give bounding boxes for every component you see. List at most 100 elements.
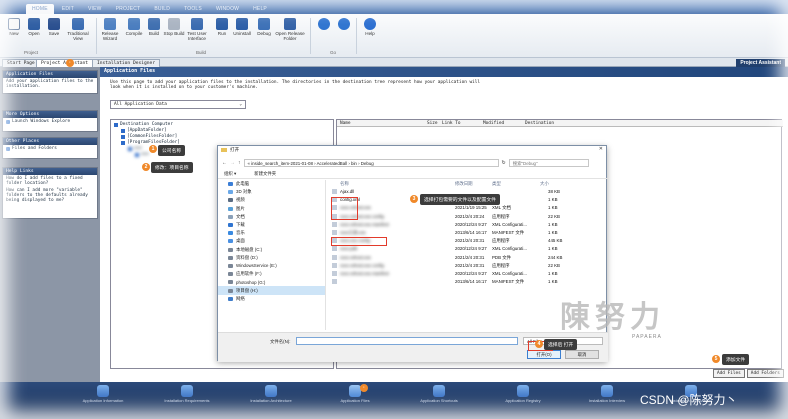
stop-build-button[interactable]: Stop Build bbox=[162, 18, 186, 36]
help-link[interactable]: How can I add more "variable" folders to… bbox=[3, 187, 97, 204]
col-date[interactable]: 修改日期 bbox=[455, 181, 473, 187]
file-row[interactable]: xxxx.vshost.exe 2021/2/4 20:31 PDB 文件 244 K… bbox=[330, 254, 604, 262]
new-folder-button[interactable]: 新建文件夹 bbox=[254, 171, 276, 177]
nav-install-interview[interactable]: Installation Interview bbox=[582, 385, 632, 404]
col-size[interactable]: 大小 bbox=[540, 181, 549, 187]
help-button[interactable]: Help bbox=[358, 18, 382, 36]
tree-node-company[interactable]: xxx bbox=[128, 146, 142, 151]
file-type: MANIFEST 文件 bbox=[492, 229, 525, 235]
add-files-button[interactable]: Add Files bbox=[713, 369, 745, 378]
menu-home[interactable]: HOME bbox=[26, 4, 54, 14]
chevron-down-icon: ⌄ bbox=[239, 102, 242, 107]
nav-videos[interactable]: 视频 bbox=[218, 196, 325, 204]
annotation-marker: · bbox=[360, 384, 368, 392]
nav-3d-objects[interactable]: 3D 对象 bbox=[218, 188, 325, 196]
address-bar[interactable]: « inside_search_item-2021-01-08 › Accele… bbox=[243, 158, 499, 167]
filename-input[interactable] bbox=[296, 337, 518, 345]
file-type: XML Configurati... bbox=[492, 270, 527, 276]
menu-tools[interactable]: TOOLS bbox=[178, 4, 208, 14]
col-name[interactable]: 名称 bbox=[340, 181, 349, 187]
nav-drive-e[interactable]: WindowsService (E:) bbox=[218, 262, 325, 270]
nav-drive-g[interactable]: photoshop (G:) bbox=[218, 278, 325, 286]
file-row[interactable]: xxxx.vshost.exe.config 2021/2/4 20:24 应用程序… bbox=[330, 213, 604, 221]
traditional-view-button[interactable]: Traditional View bbox=[64, 18, 92, 41]
file-row[interactable]: xxxx.vshost.exe.manifest 2020/12/24 9:27 X… bbox=[330, 270, 604, 278]
go-forward-button[interactable] bbox=[332, 18, 356, 31]
section-text: Add your application files to the instal… bbox=[6, 79, 94, 89]
nav-install-architecture[interactable]: Installation Architecture bbox=[246, 385, 296, 404]
refresh-icon[interactable]: ↻ bbox=[502, 160, 506, 166]
col-type[interactable]: 类型 bbox=[492, 181, 501, 187]
file-type: XML Configurati... bbox=[492, 246, 527, 252]
help-link[interactable]: How do I add files to a fixed folder loc… bbox=[3, 175, 97, 187]
back-icon[interactable]: ← bbox=[222, 160, 227, 166]
file-row[interactable]: xxxx.pdb 2020/12/24 9:27 XML Configurati..… bbox=[330, 245, 604, 253]
menu-window[interactable]: WINDOW bbox=[210, 4, 245, 14]
tree-node-project[interactable]: xxx bbox=[135, 152, 149, 157]
nav-drive-h[interactable]: 项目盘 (H:) bbox=[218, 286, 325, 295]
file-name: xxxx.pdb bbox=[340, 246, 358, 252]
nav-drive-c[interactable]: 本地磁盘 (C:) bbox=[218, 246, 325, 254]
file-size: 1 KB bbox=[548, 221, 558, 227]
nav-app-information[interactable]: Application Information bbox=[78, 385, 128, 404]
nav-pictures[interactable]: 图片 bbox=[218, 205, 325, 213]
col-destination[interactable]: Destination bbox=[525, 121, 554, 126]
open-release-folder-button[interactable]: Open Release Folder bbox=[274, 18, 306, 41]
nav-install-requirements[interactable]: Installation Requirements bbox=[162, 385, 212, 404]
tab-start-page[interactable]: Start Page bbox=[2, 59, 40, 67]
nav-this-pc[interactable]: 此电脑 bbox=[218, 180, 325, 188]
col-link-to[interactable]: Link To bbox=[442, 121, 461, 126]
nav-app-shortcuts[interactable]: Application Shortcuts bbox=[414, 385, 464, 404]
menu-edit[interactable]: EDIT bbox=[56, 4, 80, 14]
up-icon[interactable]: ↑ bbox=[238, 160, 241, 166]
menu-help[interactable]: HELP bbox=[247, 4, 273, 14]
drive-icon bbox=[228, 255, 233, 260]
col-name[interactable]: Name bbox=[340, 121, 351, 126]
file-row[interactable]: 2013/6/14 16:17 MANIFEST 文件 1 KB bbox=[330, 278, 604, 286]
nav-app-files[interactable]: Application Files bbox=[330, 385, 380, 404]
tree-node[interactable]: [CommonFilesFolder] bbox=[121, 134, 177, 139]
annotation-badge: 5 bbox=[712, 355, 720, 363]
debug-button[interactable]: Debug bbox=[252, 18, 276, 36]
col-size[interactable]: Size bbox=[427, 121, 438, 126]
save-button[interactable]: Save bbox=[42, 18, 66, 36]
nav-network[interactable]: 网络 bbox=[218, 295, 325, 303]
tab-project-assistant[interactable]: Project Assistant bbox=[36, 59, 94, 67]
nav-documents[interactable]: 文档 bbox=[218, 213, 325, 221]
cancel-button[interactable]: 取消 bbox=[565, 350, 599, 359]
annotation-badge: 4 bbox=[535, 340, 543, 348]
col-modified[interactable]: Modified bbox=[483, 121, 504, 126]
tree-node[interactable]: [AppDataFolder] bbox=[121, 128, 167, 133]
launch-explorer-link[interactable]: Launch Windows Explore bbox=[3, 118, 97, 125]
data-filter-select[interactable]: All Application Data ⌄ bbox=[110, 100, 246, 109]
files-folders-link[interactable]: Files and Folders bbox=[3, 145, 97, 152]
organize-button[interactable]: 组织 ▾ bbox=[224, 171, 236, 177]
file-row[interactable]: xxxx.vshost.exe 2021/1/19 15:25 XML 文档 1 KB bbox=[330, 204, 604, 212]
nav-app-registry[interactable]: Application Registry bbox=[498, 385, 548, 404]
nav-drive-f[interactable]: 应用软件 (F:) bbox=[218, 270, 325, 278]
menu-view[interactable]: VIEW bbox=[82, 4, 108, 14]
nav-downloads[interactable]: 下载 bbox=[218, 221, 325, 229]
forward-icon[interactable]: → bbox=[230, 160, 235, 166]
add-folders-button[interactable]: Add Folders bbox=[746, 369, 784, 378]
file-row[interactable]: xxxx工具.exe 2013/6/14 16:17 MANIFEST 文件 1 KB bbox=[330, 229, 604, 237]
pc-icon bbox=[228, 182, 233, 187]
nav-music[interactable]: 音乐 bbox=[218, 229, 325, 237]
folder-icon bbox=[121, 134, 125, 139]
nav-drive-d[interactable]: 资料盘 (D:) bbox=[218, 254, 325, 262]
menu-build[interactable]: BUILD bbox=[148, 4, 176, 14]
open-button[interactable]: 打开(O) bbox=[527, 350, 561, 359]
annotation-tip: 选择打包需要的文件以及配置文件 bbox=[420, 194, 500, 205]
file-row[interactable]: xxxx.vshost.exe.manifest 2020/12/24 9:27 X… bbox=[330, 221, 604, 229]
tree-node[interactable]: Destination Computer bbox=[114, 122, 173, 127]
nav-desktop[interactable]: 桌面 bbox=[218, 237, 325, 245]
release-wizard-button[interactable]: Release Wizard bbox=[98, 18, 122, 41]
test-ui-button[interactable]: Test User Interface bbox=[184, 18, 210, 41]
close-icon[interactable]: ✕ bbox=[599, 146, 603, 152]
network-icon bbox=[228, 296, 233, 301]
other-places-section: Other Places Files and Folders bbox=[2, 137, 98, 159]
search-input[interactable]: 搜索"Debug" bbox=[508, 158, 589, 167]
uninstall-button[interactable]: Uninstall bbox=[230, 18, 254, 36]
menu-project[interactable]: PROJECT bbox=[110, 4, 147, 14]
file-row[interactable]: xxxx.vshost.exe.config 2021/2/4 20:31 应用程序… bbox=[330, 262, 604, 270]
